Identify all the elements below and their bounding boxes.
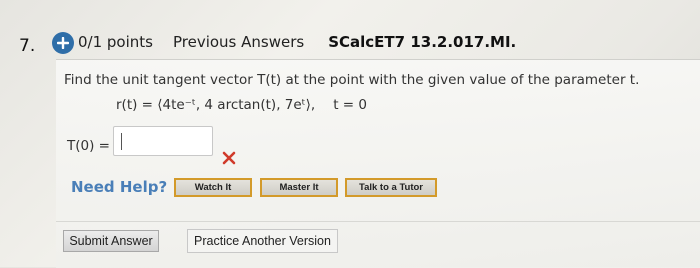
master-it-button[interactable]: Master It <box>260 178 338 197</box>
equation-text: r(t) = ⟨4te⁻ᵗ, 4 arctan(t), 7eᵗ⟩, <box>116 97 316 113</box>
previous-answers-link[interactable]: Previous Answers <box>173 33 304 51</box>
parameter-value: t = 0 <box>333 97 367 113</box>
question-header: 0/1 points Previous Answers SCalcET7 13.… <box>78 33 516 51</box>
need-help-label: Need Help? <box>71 178 168 196</box>
points-score: 0/1 points <box>78 33 153 51</box>
practice-another-version-button[interactable]: Practice Another Version <box>187 229 338 253</box>
question-number: 7. <box>19 36 36 56</box>
incorrect-x-icon <box>222 151 236 165</box>
parametric-equation: r(t) = ⟨4te⁻ᵗ, 4 arctan(t), 7eᵗ⟩, t = 0 <box>116 97 367 113</box>
submit-answer-button[interactable]: Submit Answer <box>63 230 159 252</box>
talk-to-tutor-button[interactable]: Talk to a Tutor <box>345 178 437 197</box>
course-code: SCalcET7 13.2.017.MI. <box>328 33 517 51</box>
answer-label: T(0) = <box>67 138 110 154</box>
question-prompt: Find the unit tangent vector T(t) at the… <box>64 72 640 88</box>
text-cursor <box>121 133 122 150</box>
answer-input[interactable] <box>113 126 213 156</box>
divider <box>56 221 700 222</box>
expand-plus-icon[interactable] <box>52 32 74 54</box>
watch-it-button[interactable]: Watch It <box>174 178 252 197</box>
